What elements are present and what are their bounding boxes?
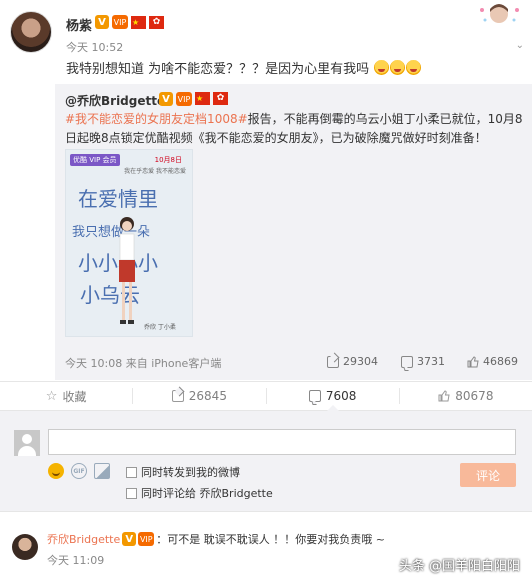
checkbox[interactable] [126,466,137,478]
poster-date: 10月8日 [154,156,182,164]
repost-comment-count[interactable]: 3731 [401,355,445,368]
commenter-avatar[interactable] [12,534,38,560]
watermark: 头条 @国羊阳白阳阳 [398,559,520,574]
comment-count-value: 3731 [417,355,445,368]
comment-text: ：可不是 耽误不耽误人 ！！你要对我负责哦 ~ [156,533,385,546]
user-avatar-placeholder [14,430,40,456]
post-time[interactable]: 今天 10:52 [66,39,123,55]
comment-time: 今天 11:09 [47,554,105,567]
post-text: 我特别想知道 为啥不能恋爱？？？是因为心里有我吗 [66,58,422,77]
repost-share-count[interactable]: 29304 [327,355,378,368]
repost-author-badges: V VIP ★ ✿ [159,92,228,106]
share-icon [171,390,184,402]
emoji-icon[interactable] [48,463,64,479]
submit-comment-button[interactable]: 评论 [460,463,516,487]
repost-author[interactable]: @乔欣Bridgette [65,92,165,109]
comment-to-author-label: 同时评论给 乔欣Bridgette [141,487,273,500]
like-count: 80678 [455,389,494,403]
favorite-label: 收藏 [62,389,87,404]
verified-icon: V [95,15,109,29]
repost-card: @乔欣Bridgette V VIP ★ ✿ #我不能恋爱的女朋友定档1008#… [55,84,532,380]
repost-to-weibo-label: 同时转发到我的微博 [141,466,240,479]
author-badges: V VIP ★ ✿ [95,15,164,29]
china-flag-icon: ★ [195,92,210,105]
comment-icon [401,355,413,368]
repost-poster-image[interactable]: 优酷 VIP 会员 10月8日 我在乎恋爱 我不能恋爱 在爱情里 我只想做一朵 … [65,149,193,337]
hashtag-link[interactable]: #我不能恋爱的女朋友定档1008# [65,112,248,126]
repost-like-count[interactable]: 46869 [467,355,518,368]
favorite-button[interactable]: ☆ 收藏 [0,382,132,410]
share-count: 26845 [188,389,227,403]
comment-button[interactable]: 7608 [267,382,399,410]
laugh-emoji-icon [374,60,390,75]
more-chevron-down-icon[interactable]: ⌄ [516,40,524,51]
author-avatar[interactable] [10,11,52,53]
action-bar: ☆ 收藏 26845 7608 80678 [0,381,532,411]
vip-icon: VIP [176,92,192,106]
share-icon [327,355,339,368]
thumbs-up-icon [467,355,479,367]
star-icon: ☆ [45,388,58,404]
china-flag-icon: ★ [131,15,146,29]
repost-to-weibo-checkbox[interactable]: 同时转发到我的微博 [126,464,240,480]
verified-icon: V [159,92,173,106]
repost-meta[interactable]: 今天 10:08 来自 iPhone客户端 [65,355,221,371]
like-count-value: 46869 [483,355,518,368]
hongkong-flag-icon: ✿ [213,92,228,105]
comment-icon [308,390,321,402]
hongkong-flag-icon: ✿ [149,15,164,29]
post-text-body: 我特别想知道 为啥不能恋爱？？？是因为心里有我吗 [66,62,370,77]
commenter-name[interactable]: 乔欣Bridgette [47,531,120,547]
comment-input[interactable] [48,429,516,455]
poster-subtitle: 我在乎恋爱 我不能恋爱 [124,168,186,175]
composer-toolbar: GIF [48,463,110,479]
image-icon[interactable] [94,463,110,479]
comment-composer: GIF 同时转发到我的微博 同时评论给 乔欣Bridgette 评论 [0,411,532,511]
decoration-sticker-icon [480,4,519,23]
gif-icon[interactable]: GIF [71,463,87,479]
laugh-emoji-icon [406,60,422,75]
like-button[interactable]: 80678 [400,382,532,410]
comment-item: 乔欣Bridgette V VIP ：可不是 耽误不耽误人 ！！你要对我负责哦 … [0,511,532,579]
repost-text: #我不能恋爱的女朋友定档1008#报告，不能再倒霉的乌云小姐丁小柔已就位，10月… [65,110,527,148]
comment-line: 乔欣Bridgette V VIP ：可不是 耽误不耽误人 ！！你要对我负责哦 … [47,531,385,547]
post-author[interactable]: 杨紫 [66,15,92,34]
poster-names: 乔欣 丁小柔 [144,324,176,331]
comment-count: 7608 [325,389,357,403]
vip-icon: VIP [112,15,128,29]
poster-girl-figure [119,217,135,324]
vip-icon: VIP [138,532,155,546]
share-count-value: 29304 [343,355,378,368]
checkbox[interactable] [126,487,137,499]
verified-icon: V [122,532,137,546]
share-button[interactable]: 26845 [133,382,265,410]
poster-vip-label: 优酷 VIP 会员 [70,154,120,166]
poster-title-line: 在爱情里 [78,187,158,211]
comment-to-author-checkbox[interactable]: 同时评论给 乔欣Bridgette [126,485,273,501]
laugh-emoji-icon [390,60,406,75]
thumbs-up-icon [438,390,450,402]
